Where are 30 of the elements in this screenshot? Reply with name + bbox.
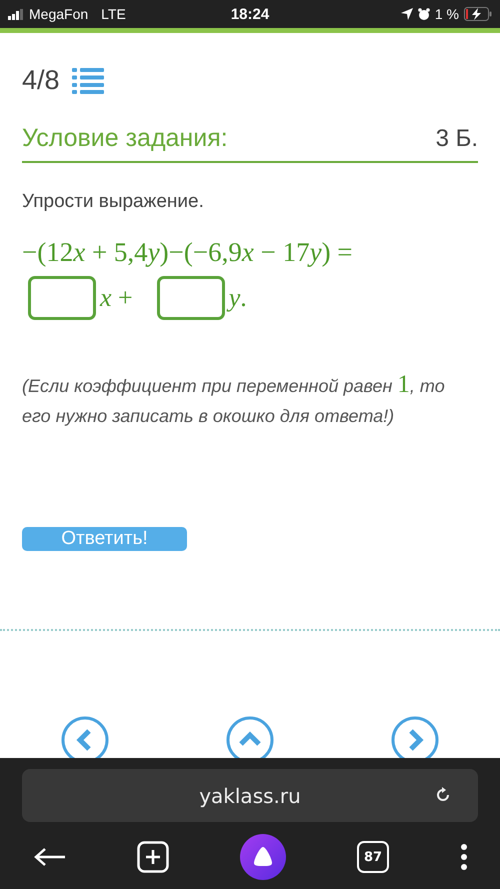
location-arrow-icon <box>400 8 413 20</box>
variable-label: x + <box>100 283 133 313</box>
task-prompt: Упрости выражение. <box>22 191 205 213</box>
network-type: LTE <box>101 6 126 22</box>
tabs-count-button[interactable]: 87 <box>357 841 389 873</box>
battery-charging-icon <box>464 7 492 21</box>
variable-label: y. <box>228 283 247 313</box>
points-label: 3 Б. <box>436 125 478 153</box>
list-icon[interactable] <box>72 66 104 94</box>
reload-icon[interactable] <box>434 786 452 804</box>
section-title: Условие задания: <box>22 124 228 153</box>
up-icon[interactable] <box>225 715 275 758</box>
clock-time: 18:24 <box>230 6 270 22</box>
next-icon[interactable] <box>390 715 440 758</box>
hint-note: (Если коэффициент при переменной равен 1, то его нужно записать в окошко для ответа!) <box>22 370 446 428</box>
math-expression: −(12x + 5,4y)−(−6,9x − 17y) = <box>22 237 354 268</box>
battery-percent: 1 % <box>434 6 459 22</box>
back-arrow-icon[interactable] <box>34 847 66 867</box>
task-counter: 4/8 <box>22 65 60 96</box>
signal-icon <box>8 8 24 20</box>
address-bar[interactable]: yaklass.ru <box>22 769 478 822</box>
alarm-clock-icon <box>418 8 430 20</box>
previous-icon[interactable] <box>60 715 110 758</box>
url-text: yaklass.ru <box>199 784 301 808</box>
new-tab-icon[interactable] <box>137 841 169 873</box>
carrier-name: MegaFon <box>29 6 88 22</box>
more-icon[interactable] <box>460 844 468 870</box>
answer-box[interactable] <box>28 276 96 320</box>
answer-box[interactable] <box>156 276 225 320</box>
assistant-icon[interactable] <box>240 834 286 880</box>
